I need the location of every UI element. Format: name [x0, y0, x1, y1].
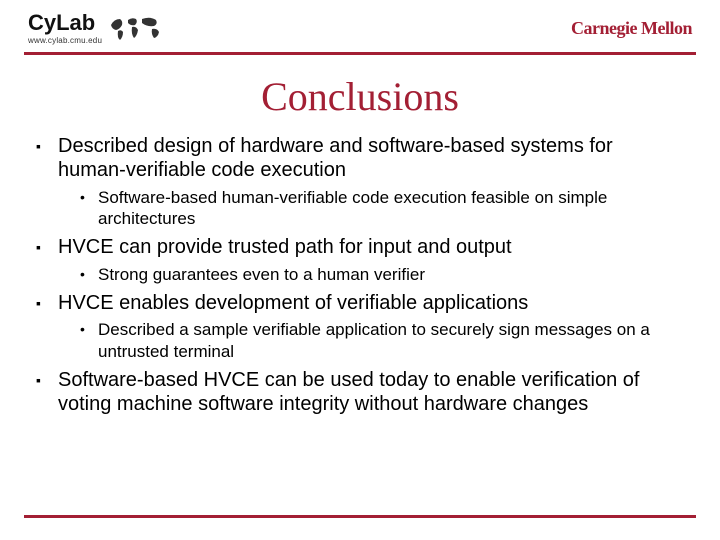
slide-header: CyLab www.cylab.cmu.edu Carnegie Mellon — [0, 0, 720, 52]
cylab-logo-text-block: CyLab www.cylab.cmu.edu — [28, 12, 102, 45]
bullet-text: HVCE enables development of verifiable a… — [58, 292, 528, 314]
slide-title: Conclusions — [0, 73, 720, 120]
carnegie-mellon-wordmark: Carnegie Mellon — [571, 18, 692, 39]
list-item: HVCE enables development of verifiable a… — [36, 291, 684, 362]
sub-list: Described a sample verifiable applicatio… — [58, 319, 684, 362]
slide-content: Described design of hardware and softwar… — [0, 134, 720, 417]
top-rule — [24, 52, 696, 55]
bullet-list: Described design of hardware and softwar… — [36, 134, 684, 417]
world-map-icon — [108, 13, 166, 43]
list-item: HVCE can provide trusted path for input … — [36, 235, 684, 285]
bullet-text: HVCE can provide trusted path for input … — [58, 236, 512, 258]
sub-list-item: Strong guarantees even to a human verifi… — [58, 264, 684, 285]
bullet-text: Described design of hardware and softwar… — [58, 135, 613, 181]
list-item: Software-based HVCE can be used today to… — [36, 368, 684, 417]
bottom-rule — [24, 515, 696, 518]
list-item: Described design of hardware and softwar… — [36, 134, 684, 229]
bullet-text: Software-based HVCE can be used today to… — [58, 369, 639, 415]
sub-list: Software-based human-verifiable code exe… — [58, 187, 684, 230]
sub-list-item: Software-based human-verifiable code exe… — [58, 187, 684, 230]
cylab-logo-block: CyLab www.cylab.cmu.edu — [28, 12, 166, 45]
sub-list-item: Described a sample verifiable applicatio… — [58, 319, 684, 362]
sub-list: Strong guarantees even to a human verifi… — [58, 264, 684, 285]
cylab-wordmark: CyLab — [28, 12, 102, 34]
cylab-url: www.cylab.cmu.edu — [28, 36, 102, 45]
